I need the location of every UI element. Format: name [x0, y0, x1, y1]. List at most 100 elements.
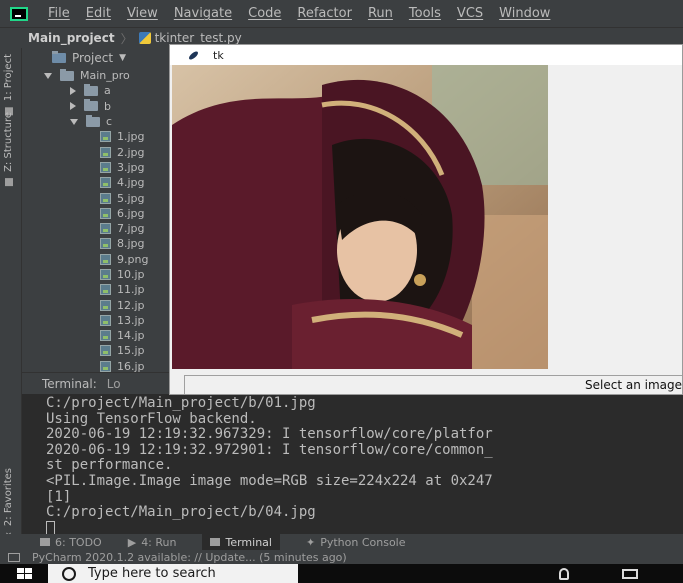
terminal-line: C:/project/Main_project/b/01.jpg: [46, 395, 316, 411]
terminal-output[interactable]: C:/project/Main_project/b/01.jpg Using Te…: [22, 394, 683, 534]
project-header-label: Project: [72, 51, 114, 65]
tree-folder-c[interactable]: c: [22, 114, 172, 129]
tree-file-label: 11.jp: [117, 283, 145, 297]
image-file-icon: [100, 284, 111, 296]
tree-file-label: 6.jpg: [117, 206, 145, 220]
tree-file[interactable]: 4.jpg: [22, 175, 172, 190]
folder-icon: [60, 68, 74, 81]
python-console-label: Python Console: [320, 535, 406, 549]
tk-content-area: Select an image: [170, 65, 682, 394]
tree-file-label: 15.jp: [117, 344, 145, 358]
task-view-icon[interactable]: [622, 569, 638, 579]
menu-file[interactable]: File: [48, 6, 70, 21]
status-message[interactable]: PyCharm 2020.1.2 available: // Update...…: [32, 551, 347, 564]
tab-project[interactable]: 1: Project: [3, 54, 19, 116]
displayed-photo: [172, 65, 548, 369]
collapse-arrow-icon: [70, 102, 76, 111]
breadcrumb-file-label: tkinter_test.py: [154, 31, 242, 45]
tree-file[interactable]: 11.jp: [22, 282, 172, 297]
tree-file[interactable]: 16.jp: [22, 359, 172, 372]
run-icon: ▶: [127, 535, 137, 549]
terminal-cursor: [46, 520, 55, 534]
breadcrumb-project[interactable]: Main_project: [28, 31, 115, 45]
terminal-button[interactable]: Terminal: [202, 534, 280, 550]
menu-code[interactable]: Code: [248, 6, 281, 21]
terminal-label: Terminal:: [42, 376, 97, 391]
tree-folder-a[interactable]: a: [22, 83, 172, 98]
image-file-icon: [100, 253, 111, 265]
tree-file[interactable]: 13.jp: [22, 313, 172, 328]
tree-file[interactable]: 6.jpg: [22, 206, 172, 221]
tree-file[interactable]: 2.jpg: [22, 144, 172, 159]
terminal-line: C:/project/Main_project/b/04.jpg: [46, 504, 316, 521]
structure-tab-icon: [5, 178, 13, 187]
tab-structure[interactable]: Z: Structure: [3, 112, 19, 187]
menu-window[interactable]: Window: [499, 6, 550, 21]
left-tool-stripe: 1: Project Z: Structure ★ 2: Favorites: [0, 48, 22, 540]
tree-file[interactable]: 5.jpg: [22, 190, 172, 205]
terminal-line: 2020-06-19 12:19:32.967329: I tensorflow…: [46, 426, 493, 443]
image-file-icon: [100, 238, 111, 250]
tree-root[interactable]: Main_pro: [22, 68, 172, 83]
tree-file[interactable]: 3.jpg: [22, 160, 172, 175]
terminal-line: Using TensorFlow backend.: [46, 410, 257, 427]
tree-folder-label: a: [104, 84, 111, 98]
list-icon: [40, 538, 50, 546]
tree-file-label: 9.png: [117, 252, 149, 266]
expand-arrow-icon: [70, 118, 78, 125]
start-button[interactable]: [0, 564, 48, 583]
tree-file[interactable]: 9.png: [22, 252, 172, 267]
menu-tools[interactable]: Tools: [409, 6, 441, 21]
cortana-circle-icon: [62, 566, 76, 581]
tree-file[interactable]: 15.jp: [22, 343, 172, 358]
menu-vcs[interactable]: VCS: [457, 6, 483, 21]
collapse-arrow-icon: [70, 86, 76, 95]
tool-windows-toggle-icon[interactable]: [8, 552, 20, 562]
project-view-icon: [52, 51, 66, 63]
tree-file-label: 10.jp: [117, 268, 145, 281]
menu-view[interactable]: View: [127, 6, 158, 21]
tree-folder-label: b: [104, 99, 111, 113]
image-file-icon: [100, 207, 111, 219]
tree-file[interactable]: 7.jpg: [22, 221, 172, 236]
tree-file-label: 7.jpg: [117, 222, 145, 236]
image-file-icon: [100, 192, 111, 204]
tree-file[interactable]: 1.jpg: [22, 129, 172, 144]
run-label: 4: Run: [141, 535, 177, 549]
menu-edit[interactable]: Edit: [86, 6, 111, 21]
tree-file[interactable]: 12.jp: [22, 297, 172, 312]
tab-favorites-label: 2: Favorites: [3, 468, 14, 527]
project-panel-header[interactable]: Project ▼: [22, 48, 172, 68]
tree-file[interactable]: 10.jp: [22, 267, 172, 282]
terminal-button-label: Terminal: [225, 535, 272, 549]
menu-refactor[interactable]: Refactor: [297, 6, 352, 21]
terminal-line: st performance.: [46, 457, 173, 474]
microphone-icon[interactable]: [559, 568, 569, 580]
image-file-icon: [100, 161, 111, 173]
tk-window: tk Select an image: [169, 44, 683, 395]
tree-file-label: 4.jpg: [117, 176, 145, 190]
tree-file[interactable]: 8.jpg: [22, 236, 172, 251]
folder-icon: [86, 114, 100, 127]
tk-titlebar[interactable]: tk: [170, 45, 682, 65]
project-panel: Project ▼ Main_pro a b c 1.jpg 2.jpg 3.jpg…: [22, 48, 172, 372]
status-bar: PyCharm 2020.1.2 available: // Update...…: [0, 550, 683, 564]
tree-file-label: 12.jp: [117, 298, 145, 312]
terminal-session-tab[interactable]: Lo: [107, 377, 121, 391]
image-file-icon: [100, 177, 111, 189]
image-file-icon: [100, 345, 111, 357]
tree-folder-b[interactable]: b: [22, 99, 172, 114]
run-button[interactable]: ▶ 4: Run: [128, 536, 177, 549]
todo-button[interactable]: 6: TODO: [40, 536, 102, 549]
menu-run[interactable]: Run: [368, 6, 393, 21]
tool-window-bar: 6: TODO ▶ 4: Run Terminal ✦ Python Conso…: [0, 534, 683, 550]
image-file-icon: [100, 269, 111, 280]
tab-favorites[interactable]: ★ 2: Favorites: [3, 468, 19, 540]
taskbar-search-box[interactable]: Type here to search: [48, 564, 298, 583]
python-file-icon: [138, 32, 151, 44]
python-console-button[interactable]: ✦ Python Console: [306, 536, 406, 549]
image-file-icon: [100, 314, 111, 326]
breadcrumb-file[interactable]: tkinter_test.py: [138, 31, 242, 45]
menu-navigate[interactable]: Navigate: [174, 6, 232, 21]
tree-file[interactable]: 14.jp: [22, 328, 172, 343]
